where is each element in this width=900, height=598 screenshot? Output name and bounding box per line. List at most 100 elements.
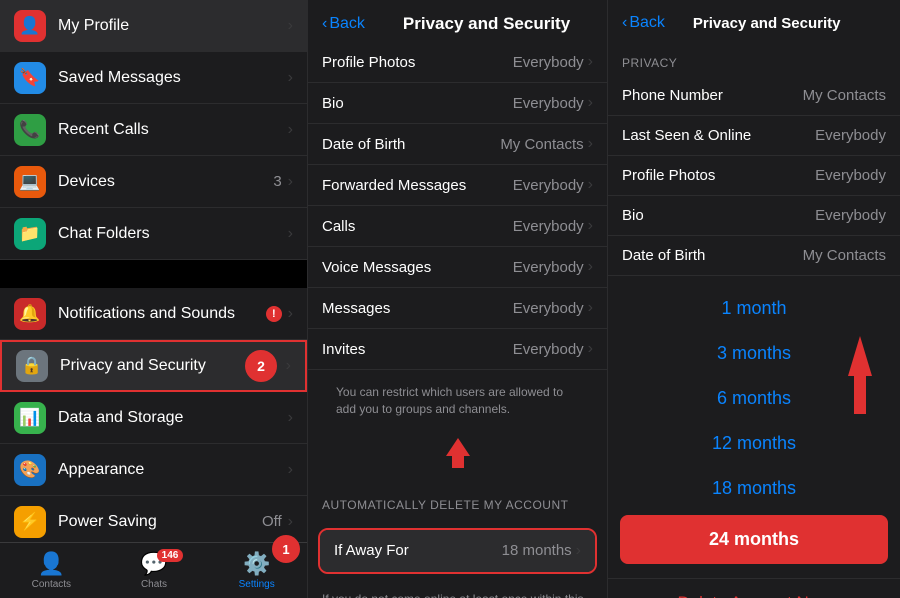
menu-item-saved-messages[interactable]: 🔖 Saved Messages › [0, 52, 307, 104]
picker-18months[interactable]: 18 months [608, 466, 900, 511]
p3-dob-label: Date of Birth [622, 247, 803, 264]
if-away-for-item[interactable]: If Away For 18 months › [320, 530, 595, 572]
dob-label: Date of Birth [322, 136, 500, 153]
chat-folders-icon: 📁 [14, 218, 46, 250]
privacy-item-invites[interactable]: Invites Everybody › [308, 329, 607, 370]
picker-6months[interactable]: 6 months [608, 376, 900, 421]
chevron-icon: › [288, 461, 293, 479]
chevron-icon: › [286, 357, 291, 375]
auto-delete-section-label: AUTOMATICALLY DELETE MY ACCOUNT [308, 482, 607, 518]
bio-value: Everybody [513, 95, 584, 112]
annotation-circle-2: 2 [245, 350, 277, 382]
p3-last-seen[interactable]: Last Seen & Online Everybody [608, 116, 900, 156]
p3-profile-photos-value: Everybody [815, 167, 886, 184]
back-button[interactable]: ‹ Back [322, 15, 365, 33]
p3-bio[interactable]: Bio Everybody [608, 196, 900, 236]
profile-photos-value: Everybody [513, 54, 584, 71]
tab-settings[interactable]: ⚙️ Settings 1 [205, 543, 308, 598]
privacy-icon: 🔒 [16, 350, 48, 382]
appearance-icon: 🎨 [14, 454, 46, 486]
menu-item-my-profile[interactable]: 👤 My Profile › [0, 0, 307, 52]
panel3-back-label: Back [629, 14, 665, 32]
p3-dob[interactable]: Date of Birth My Contacts [608, 236, 900, 276]
power-saving-icon: ⚡ [14, 506, 46, 538]
menu-item-data-storage[interactable]: 📊 Data and Storage › [0, 392, 307, 444]
phone-number-label: Phone Number [622, 87, 803, 104]
picker-24months-text: 24 months [709, 529, 799, 550]
forwarded-value: Everybody [513, 177, 584, 194]
devices-icon: 💻 [14, 166, 46, 198]
tab-chats-label: Chats [141, 579, 167, 590]
tab-bar: 👤 Contacts 💬 Chats 146 ⚙️ Settings 1 [0, 542, 308, 598]
p3-profile-photos-label: Profile Photos [622, 167, 815, 184]
privacy-item-messages[interactable]: Messages Everybody › [308, 288, 607, 329]
chevron-icon: › [588, 135, 593, 153]
chevron-icon: › [288, 121, 293, 139]
picker-18months-text: 18 months [712, 478, 796, 499]
panel3-privacy-label: PRIVACY [608, 40, 900, 76]
back-chevron-icon: ‹ [622, 14, 627, 32]
restrict-note-container: You can restrict which users are allowed… [308, 370, 607, 482]
tab-contacts[interactable]: 👤 Contacts [0, 543, 103, 598]
panel3-privacy-items: Phone Number My Contacts Last Seen & Onl… [608, 76, 900, 276]
menu-item-devices[interactable]: 💻 Devices 3 › [0, 156, 307, 208]
settings-panel: 👤 My Profile › 🔖 Saved Messages › 📞 Rece… [0, 0, 308, 598]
panel3-back-button[interactable]: ‹ Back [622, 14, 665, 32]
saved-messages-icon: 🔖 [14, 62, 46, 94]
privacy-item-calls[interactable]: Calls Everybody › [308, 206, 607, 247]
chevron-icon: › [588, 217, 593, 235]
chevron-icon: › [588, 299, 593, 317]
chevron-icon: › [576, 542, 581, 560]
menu-item-notifications[interactable]: 🔔 Notifications and Sounds ! › [0, 288, 307, 340]
notifications-icon: 🔔 [14, 298, 46, 330]
devices-count: 3 [273, 173, 281, 190]
privacy-item-voice-messages[interactable]: Voice Messages Everybody › [308, 247, 607, 288]
p3-phone-number[interactable]: Phone Number My Contacts [608, 76, 900, 116]
messages-value: Everybody [513, 300, 584, 317]
account-deletion-panel: ‹ Back Privacy and Security PRIVACY Phon… [608, 0, 900, 598]
privacy-item-dob[interactable]: Date of Birth My Contacts › [308, 124, 607, 165]
p3-bio-value: Everybody [815, 207, 886, 224]
chevron-icon: › [288, 409, 293, 427]
menu-item-power-saving[interactable]: ⚡ Power Saving Off › [0, 496, 307, 548]
chevron-icon: › [288, 17, 293, 35]
tab-chats[interactable]: 💬 Chats 146 [103, 543, 206, 598]
chevron-icon: › [588, 340, 593, 358]
auto-delete-note: If you do not come online at least once … [308, 584, 607, 598]
panel3-header: ‹ Back Privacy and Security [608, 0, 900, 40]
recent-calls-icon: 📞 [14, 114, 46, 146]
p3-profile-photos[interactable]: Profile Photos Everybody [608, 156, 900, 196]
picker-3months[interactable]: 3 months [608, 331, 900, 376]
privacy-item-forwarded[interactable]: Forwarded Messages Everybody › [308, 165, 607, 206]
panel2-header: ‹ Back Privacy and Security [308, 0, 607, 42]
notifications-label: Notifications and Sounds [58, 305, 266, 323]
deletion-picker: 1 month 3 months 6 months 12 months 18 m… [608, 276, 900, 578]
chevron-icon: › [288, 173, 293, 191]
menu-item-appearance[interactable]: 🎨 Appearance › [0, 444, 307, 496]
chevron-icon: › [288, 225, 293, 243]
picker-1month[interactable]: 1 month [608, 286, 900, 331]
chevron-icon: › [288, 69, 293, 87]
tab-contacts-label: Contacts [32, 579, 71, 590]
menu-item-recent-calls[interactable]: 📞 Recent Calls › [0, 104, 307, 156]
delete-account-now-button[interactable]: Delete Account Now [608, 578, 900, 598]
picker-1month-text: 1 month [721, 298, 786, 319]
power-saving-value: Off [262, 513, 282, 530]
privacy-item-bio[interactable]: Bio Everybody › [308, 83, 607, 124]
chevron-icon: › [588, 258, 593, 276]
picker-24months[interactable]: 24 months [620, 515, 888, 564]
p3-dob-value: My Contacts [803, 247, 886, 264]
bio-label: Bio [322, 95, 513, 112]
menu-item-chat-folders[interactable]: 📁 Chat Folders › [0, 208, 307, 260]
section-gap-1 [0, 260, 307, 288]
recent-calls-label: Recent Calls [58, 121, 288, 139]
privacy-item-profile-photos[interactable]: Profile Photos Everybody › [308, 42, 607, 83]
panel2-title: Privacy and Security [403, 14, 570, 34]
privacy-items-list: Profile Photos Everybody › Bio Everybody… [308, 42, 607, 370]
chevron-icon: › [288, 513, 293, 531]
chats-badge: 146 [157, 549, 184, 562]
profile-photos-label: Profile Photos [322, 54, 513, 71]
picker-12months[interactable]: 12 months [608, 421, 900, 466]
menu-item-privacy[interactable]: 🔒 Privacy and Security › 2 [0, 340, 307, 392]
forwarded-label: Forwarded Messages [322, 177, 513, 194]
